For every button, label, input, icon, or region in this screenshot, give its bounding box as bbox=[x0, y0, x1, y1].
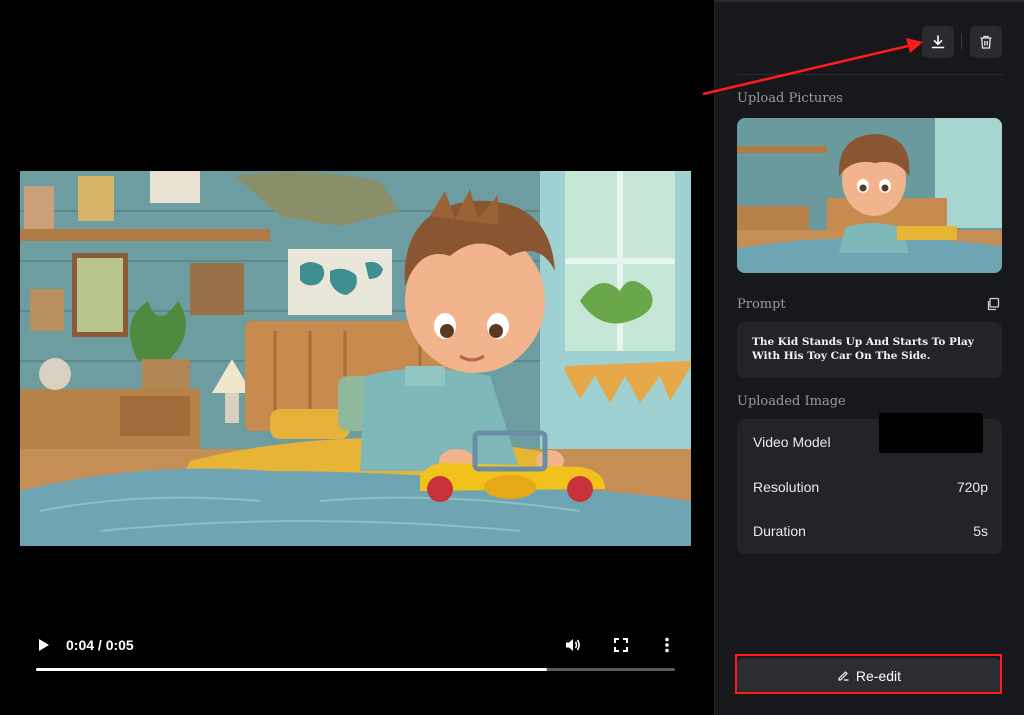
volume-button[interactable] bbox=[562, 634, 584, 656]
resolution-value: 720p bbox=[956, 479, 988, 495]
volume-icon bbox=[566, 639, 580, 651]
duration-value: 5s bbox=[973, 523, 988, 539]
uploaded-image-label: Uploaded Image bbox=[737, 394, 846, 409]
toolbar-separator bbox=[737, 74, 1003, 75]
generation-info-card: Video Model Resolution 720p Duration 5s bbox=[737, 413, 1002, 554]
edit-icon bbox=[838, 671, 849, 681]
duration-label: Duration bbox=[753, 523, 806, 539]
download-button[interactable] bbox=[922, 26, 954, 58]
progress-bar[interactable] bbox=[36, 668, 675, 671]
upload-pictures-label: Upload Pictures bbox=[737, 91, 843, 106]
details-panel: Upload Pictures Prompt The Kid Stands Up… bbox=[714, 0, 1024, 715]
video-model-label: Video Model bbox=[753, 434, 831, 450]
video-scene-image bbox=[20, 171, 691, 546]
more-vert-icon bbox=[665, 637, 669, 653]
resolution-row: Resolution 720p bbox=[753, 477, 988, 497]
time-display: 0:04 / 0:05 bbox=[66, 637, 134, 653]
resolution-label: Resolution bbox=[753, 479, 820, 495]
video-controls: 0:04 / 0:05 bbox=[20, 624, 694, 684]
trash-icon bbox=[980, 35, 992, 49]
video-frame[interactable] bbox=[20, 171, 691, 546]
re-edit-label: Re-edit bbox=[855, 667, 902, 684]
fullscreen-button[interactable] bbox=[610, 634, 632, 656]
video-player[interactable]: 0:04 / 0:05 bbox=[0, 0, 714, 715]
play-button[interactable] bbox=[34, 634, 54, 656]
progress-fill bbox=[36, 668, 548, 671]
re-edit-button[interactable]: Re-edit bbox=[737, 658, 1001, 693]
copy-prompt-button[interactable] bbox=[986, 297, 1000, 311]
video-model-row: Video Model bbox=[753, 413, 988, 453]
duration-row: Duration 5s bbox=[753, 521, 988, 541]
prompt-label: Prompt bbox=[737, 297, 786, 312]
copy-icon bbox=[987, 297, 1000, 311]
fullscreen-icon bbox=[614, 638, 628, 652]
download-icon bbox=[931, 35, 945, 49]
video-model-value bbox=[879, 413, 983, 453]
play-icon bbox=[39, 639, 49, 651]
uploaded-picture-thumbnail[interactable] bbox=[737, 118, 1002, 273]
toolbar-divider bbox=[961, 34, 962, 50]
more-options-button[interactable] bbox=[657, 634, 677, 656]
prompt-text: The Kid Stands Up And Starts To Play Wit… bbox=[737, 322, 1002, 378]
thumbnail-image bbox=[737, 118, 1002, 273]
delete-button[interactable] bbox=[970, 26, 1002, 58]
